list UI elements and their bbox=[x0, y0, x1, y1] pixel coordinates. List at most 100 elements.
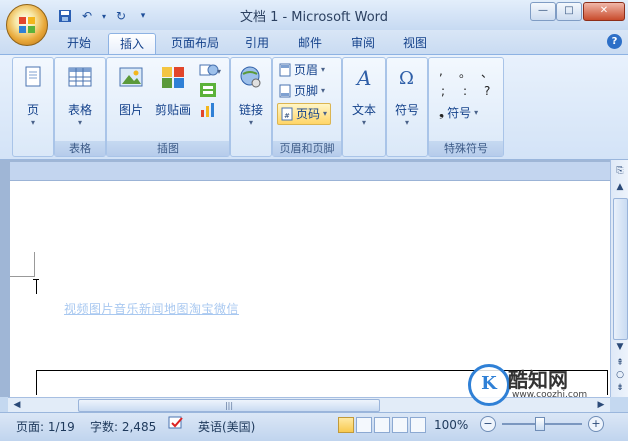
scroll-left-icon[interactable]: ◀ bbox=[10, 398, 24, 412]
zoom-out-icon[interactable]: − bbox=[480, 416, 496, 432]
scroll-up-icon[interactable]: ▲ bbox=[613, 180, 627, 194]
chevron-down-icon: ▾ bbox=[404, 118, 409, 127]
links-label: 链接 bbox=[238, 103, 263, 117]
minimize-button[interactable]: — bbox=[530, 2, 556, 21]
shapes-icon[interactable]: ▾ bbox=[199, 62, 221, 78]
chevron-down-icon: ▾ bbox=[321, 65, 326, 74]
links-button[interactable]: 链接 ▾ bbox=[233, 64, 269, 127]
maximize-button[interactable]: □ bbox=[556, 2, 582, 21]
group-pages: 页 ▾ bbox=[12, 57, 54, 157]
svg-text:#: # bbox=[284, 112, 290, 120]
svg-text:A: A bbox=[355, 66, 371, 90]
tab-insert[interactable]: 插入 bbox=[108, 33, 156, 55]
tab-references[interactable]: 引用 bbox=[236, 33, 278, 54]
group-label-illustrations: 插图 bbox=[107, 141, 229, 156]
table-icon bbox=[68, 67, 92, 87]
page-number-icon: # bbox=[281, 107, 293, 121]
watermark: K 酷知网 www.coozhi.com bbox=[468, 362, 628, 408]
chevron-down-icon: ▾ bbox=[474, 108, 479, 117]
footer-label: 页脚 bbox=[294, 84, 319, 98]
group-symbols: Ω 符号 ▾ bbox=[386, 57, 428, 157]
zoom-level[interactable]: 100% bbox=[434, 418, 468, 432]
group-text: A 文本 ▾ bbox=[342, 57, 386, 157]
outline-view-icon[interactable] bbox=[392, 417, 408, 433]
tab-mailings[interactable]: 邮件 bbox=[288, 33, 332, 54]
symbol-question[interactable]: ? bbox=[484, 84, 490, 98]
pages-button[interactable]: 页 ▾ bbox=[15, 64, 51, 127]
picture-button[interactable]: 图片 bbox=[113, 64, 149, 118]
chart-icon[interactable] bbox=[199, 102, 217, 118]
text-button[interactable]: A 文本 ▾ bbox=[346, 64, 382, 127]
full-screen-reading-view-icon[interactable] bbox=[356, 417, 372, 433]
zoom-in-icon[interactable]: + bbox=[588, 416, 604, 432]
special-symbol-icon: ❟ bbox=[439, 105, 445, 120]
clipart-label: 剪贴画 bbox=[154, 103, 191, 117]
horizontal-scroll-thumb[interactable]: ||| bbox=[78, 399, 380, 412]
picture-label: 图片 bbox=[118, 103, 143, 117]
office-button[interactable] bbox=[6, 4, 48, 46]
ruler-toggle-icon[interactable]: ⎘ bbox=[613, 164, 627, 178]
symbol-enumeration-comma[interactable]: 、 bbox=[481, 64, 493, 81]
clipart-button[interactable]: 剪贴画 bbox=[153, 64, 193, 118]
footer-button[interactable]: 页脚 ▾ bbox=[279, 81, 325, 101]
word-count[interactable]: 字数: 2,485 bbox=[90, 418, 156, 435]
picture-icon bbox=[119, 67, 143, 87]
svg-text:▾: ▾ bbox=[217, 67, 221, 76]
symbol-period[interactable]: 。 bbox=[459, 64, 471, 81]
tab-view[interactable]: 视图 bbox=[394, 33, 436, 54]
tab-review[interactable]: 审阅 bbox=[342, 33, 384, 54]
page-count[interactable]: 页面: 1/19 bbox=[16, 418, 75, 435]
symbol-colon[interactable]: : bbox=[463, 84, 467, 98]
watermark-name: 酷知网 bbox=[508, 368, 568, 392]
group-illustrations: 图片 剪贴画 ▾ 插图 bbox=[106, 57, 230, 157]
text-label: 文本 bbox=[351, 103, 376, 117]
chevron-down-icon: ▾ bbox=[323, 109, 328, 118]
group-tables: 表格 ▾ 表格 bbox=[54, 57, 106, 157]
language-indicator[interactable]: 英语(美国) bbox=[198, 418, 255, 435]
chevron-down-icon: ▾ bbox=[248, 118, 253, 127]
symbol-button[interactable]: Ω 符号 ▾ bbox=[389, 64, 425, 127]
text-box-icon: A bbox=[355, 66, 371, 90]
draft-view-icon[interactable] bbox=[410, 417, 426, 433]
special-symbol-button[interactable]: ❟ 符号 ▾ bbox=[439, 103, 478, 123]
page-number-button[interactable]: # 页码 ▾ bbox=[277, 103, 332, 125]
symbol-comma[interactable]: , bbox=[439, 64, 443, 78]
document-top-margin bbox=[10, 162, 610, 181]
globe-link-icon bbox=[240, 66, 261, 88]
zoom-slider-thumb[interactable] bbox=[535, 417, 545, 431]
symbol-label: 符号 bbox=[394, 103, 419, 117]
scroll-down-icon[interactable]: ▼ bbox=[613, 340, 627, 354]
tab-page-layout[interactable]: 页面布局 bbox=[162, 33, 228, 54]
proofing-icon[interactable] bbox=[168, 416, 184, 433]
group-special-symbols: , 。 、 ; : ? ❟ 符号 ▾ 特殊符号 bbox=[428, 57, 504, 157]
chevron-down-icon: ▾ bbox=[361, 118, 366, 127]
symbol-semicolon[interactable]: ; bbox=[441, 84, 445, 98]
help-icon[interactable]: ? bbox=[607, 34, 622, 49]
group-label-tables: 表格 bbox=[55, 141, 105, 156]
page-number-label: 页码 bbox=[296, 107, 321, 121]
group-links: 链接 ▾ bbox=[230, 57, 272, 157]
tab-home[interactable]: 开始 bbox=[58, 33, 100, 54]
print-layout-view-icon[interactable] bbox=[338, 417, 354, 433]
web-layout-view-icon[interactable] bbox=[374, 417, 390, 433]
vertical-scroll-thumb[interactable] bbox=[613, 198, 628, 340]
smartart-icon[interactable] bbox=[199, 82, 217, 98]
document-hyperlink-text[interactable]: 视频图片音乐新闻地图淘宝微信 bbox=[64, 300, 239, 317]
omega-icon: Ω bbox=[399, 68, 414, 89]
page-icon bbox=[25, 66, 41, 87]
special-symbol-label: 符号 bbox=[447, 106, 472, 120]
group-header-footer: 页眉 ▾ 页脚 ▾ # 页码 ▾ 页眉和页脚 bbox=[272, 57, 342, 157]
close-button[interactable]: ✕ bbox=[583, 2, 625, 21]
group-label-special-symbols: 特殊符号 bbox=[429, 141, 503, 156]
margin-corner-mark bbox=[10, 252, 35, 277]
table-button[interactable]: 表格 ▾ bbox=[59, 64, 101, 127]
pages-label: 页 bbox=[26, 103, 39, 117]
header-icon bbox=[279, 63, 291, 77]
header-button[interactable]: 页眉 ▾ bbox=[279, 60, 325, 80]
chevron-down-icon: ▾ bbox=[77, 118, 82, 127]
chevron-down-icon: ▾ bbox=[321, 86, 326, 95]
watermark-logo-icon: K bbox=[468, 364, 510, 406]
svg-text:Ω: Ω bbox=[399, 68, 414, 89]
clipart-icon bbox=[162, 67, 184, 88]
text-cursor-base bbox=[33, 279, 39, 280]
